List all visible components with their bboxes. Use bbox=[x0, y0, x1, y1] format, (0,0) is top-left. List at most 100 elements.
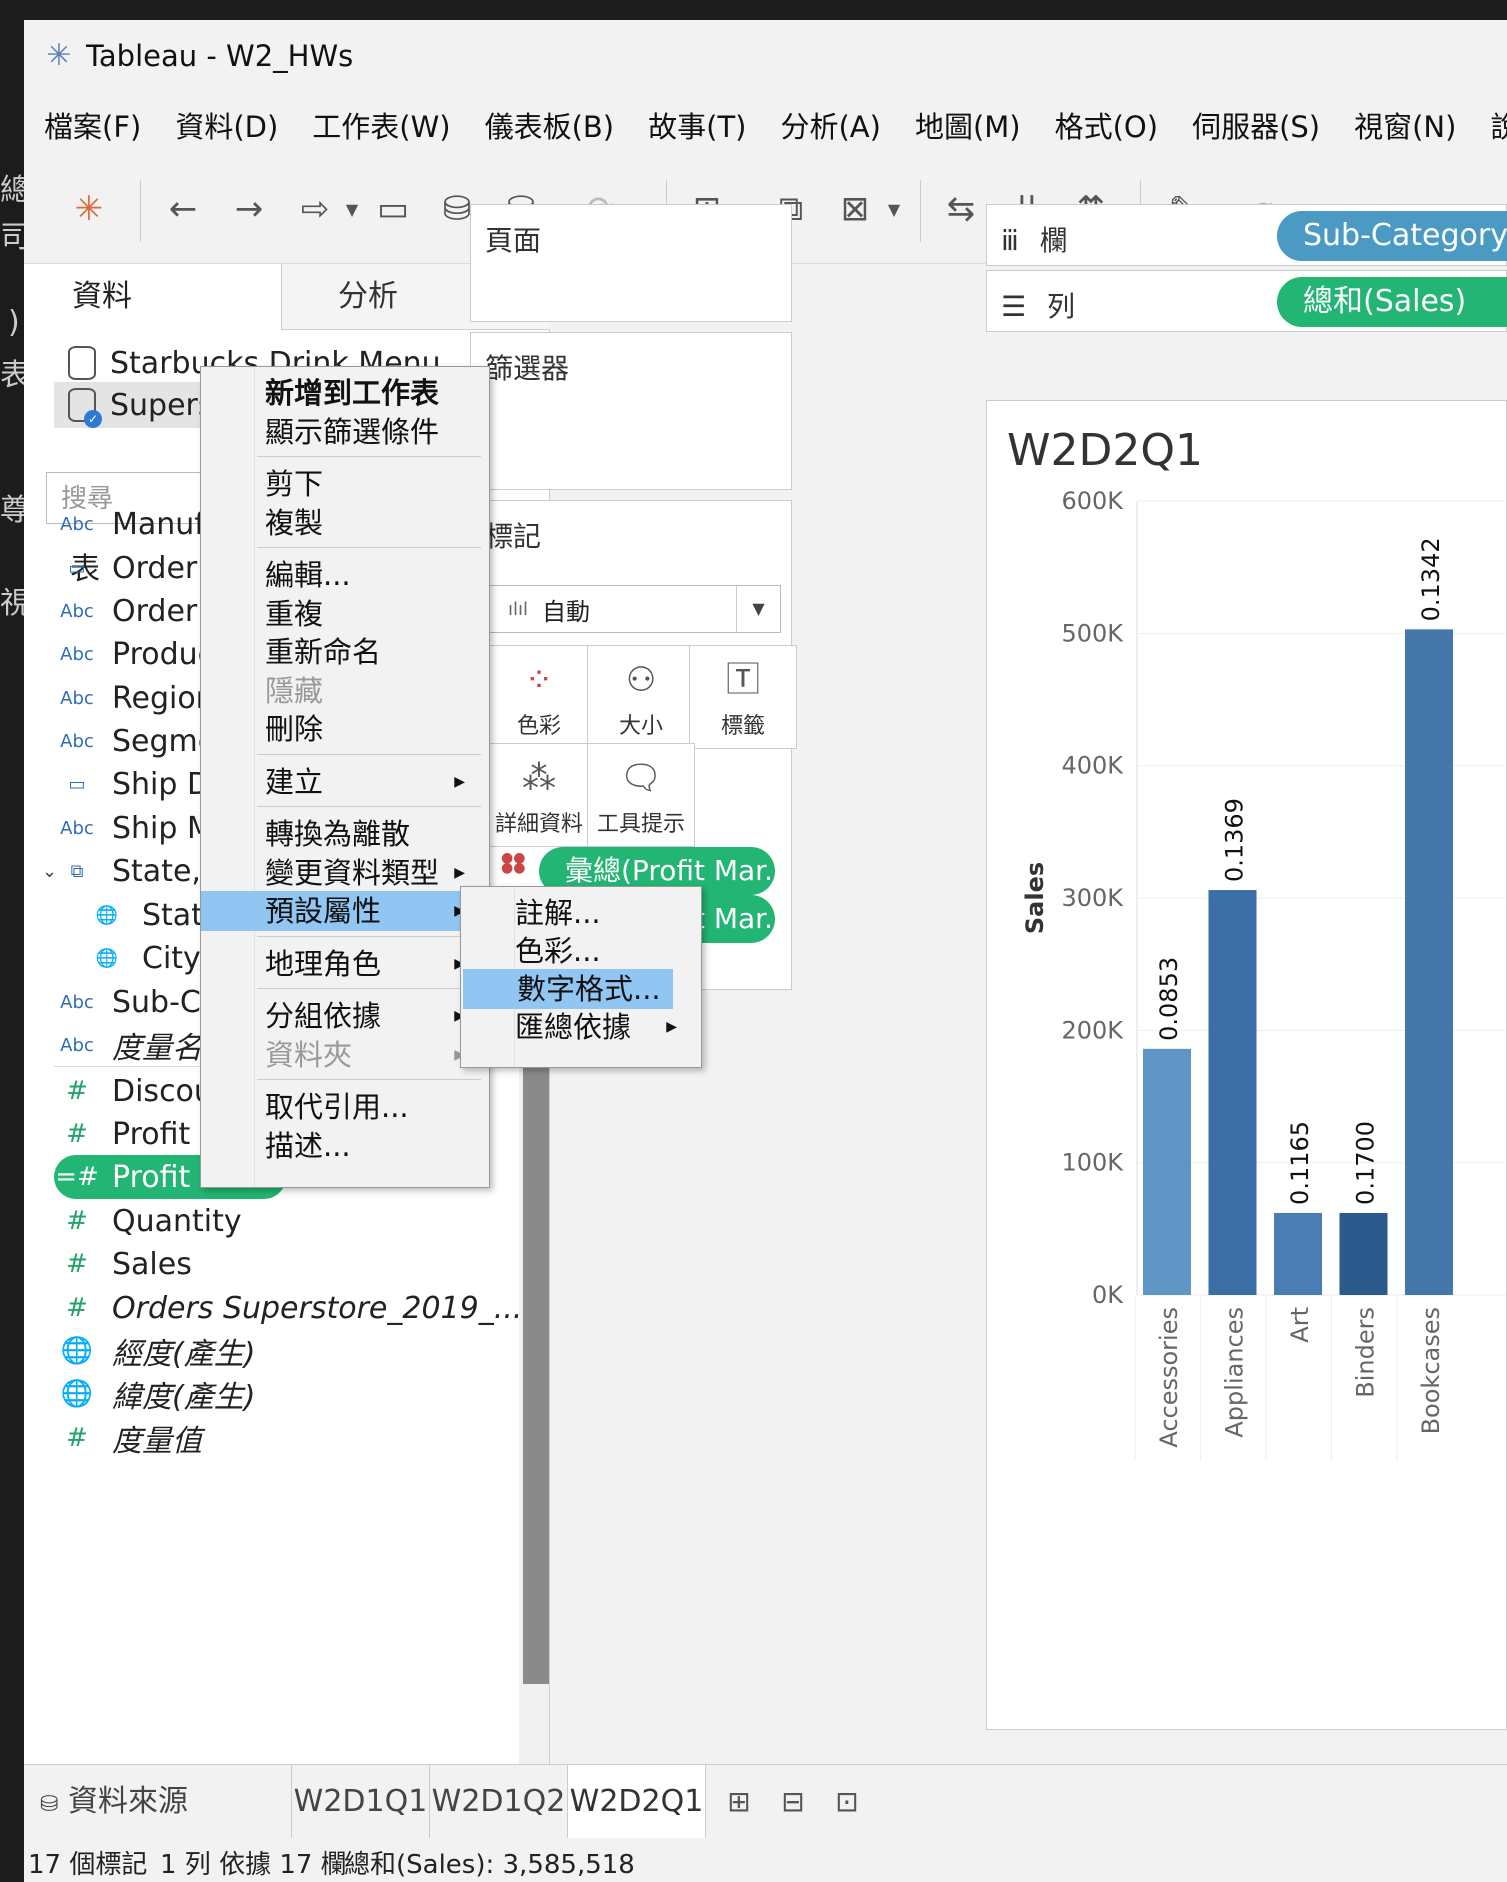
submenu-item[interactable]: 註解... bbox=[461, 893, 701, 933]
menu-map[interactable]: 地圖(M) bbox=[915, 104, 1021, 146]
field-item[interactable]: Abc Region bbox=[54, 676, 215, 720]
filters-shelf[interactable]: 篩選器 bbox=[470, 332, 792, 490]
rows-pill[interactable]: 總和(Sales) bbox=[1277, 277, 1507, 327]
size-button[interactable]: ⚇ 大小 bbox=[587, 645, 695, 749]
field-item[interactable]: 🌐 經度(產生) bbox=[54, 1329, 256, 1373]
tooltip-button[interactable]: 🗨 工具提示 bbox=[587, 743, 695, 847]
bar bbox=[1274, 1212, 1322, 1295]
menu-separator bbox=[257, 753, 481, 755]
menu-data[interactable]: 資料(D) bbox=[175, 104, 278, 146]
menu-help[interactable]: 說明 bbox=[1490, 104, 1507, 146]
context-menu-item[interactable]: 取代引用... bbox=[201, 1087, 489, 1127]
swap-icon[interactable]: ⇆ bbox=[936, 184, 986, 234]
field-item[interactable]: # Orders Superstore_2019_... bbox=[54, 1286, 522, 1330]
context-menu-item[interactable]: 描述... bbox=[201, 1126, 489, 1166]
save-icon[interactable]: ▭ bbox=[368, 184, 418, 234]
context-menu-item-label: 分組依據 bbox=[265, 999, 382, 1033]
field-item[interactable]: 🌐 緯度(產生) bbox=[54, 1372, 256, 1416]
y-tick-label: 600K bbox=[1061, 487, 1124, 515]
context-menu-item[interactable]: 變更資料類型 ▶ bbox=[201, 853, 489, 893]
columns-shelf[interactable]: ⅲ 欄 Sub-Category bbox=[986, 204, 1507, 266]
default-properties-submenu: 註解... 色彩... 數字格式... 匯總依據 ▶ bbox=[460, 886, 702, 1068]
menu-file[interactable]: 檔案(F) bbox=[44, 104, 141, 146]
tooltip-label: 工具提示 bbox=[596, 812, 685, 837]
color-icon: ⁘ bbox=[524, 660, 554, 700]
context-menu-item[interactable]: 新增到工作表 bbox=[201, 373, 489, 413]
field-label: Sales bbox=[112, 1246, 192, 1282]
menu-format[interactable]: 格式(O) bbox=[1055, 104, 1158, 146]
pages-shelf[interactable]: 頁面 bbox=[470, 204, 792, 322]
submenu-item-label: 註解... bbox=[515, 896, 601, 930]
y-tick-label: 300K bbox=[1061, 884, 1124, 912]
context-menu-item[interactable]: 複製 bbox=[201, 503, 489, 543]
y-axis-label: Sales bbox=[1021, 862, 1049, 934]
columns-label: 欄 bbox=[1039, 224, 1068, 257]
menu-dashboard[interactable]: 儀表板(B) bbox=[485, 104, 615, 146]
database-icon: ⛁ bbox=[40, 1792, 59, 1817]
new-dashboard-icon[interactable]: ⊟ bbox=[770, 1779, 816, 1825]
submenu-item[interactable]: 匯總依據 ▶ bbox=[461, 1007, 701, 1047]
sheet-tab[interactable]: W2D1Q1 bbox=[292, 1765, 430, 1839]
context-menu-item[interactable]: 刪除 bbox=[201, 709, 489, 749]
submenu-item[interactable]: 色彩... bbox=[461, 931, 701, 971]
tableau-logo-icon: ✳ bbox=[46, 38, 72, 73]
context-menu-item[interactable]: 轉換為離散 bbox=[201, 814, 489, 854]
context-menu-item[interactable]: 剪下 bbox=[201, 464, 489, 504]
marks-title: 標記 bbox=[485, 520, 542, 553]
chart-title: W2D2Q1 bbox=[1007, 425, 1203, 476]
chevron-down-icon[interactable]: ⌄ bbox=[42, 861, 57, 882]
detail-button[interactable]: ⁂ 詳細資料 bbox=[485, 743, 593, 847]
tab-data[interactable]: 資料 bbox=[24, 264, 282, 330]
bar bbox=[1208, 890, 1257, 1295]
field-item[interactable]: Abc Manufa bbox=[54, 502, 223, 546]
context-menu-item[interactable]: 預設屬性▶ bbox=[201, 891, 489, 931]
menu-story[interactable]: 故事(T) bbox=[648, 104, 746, 146]
clear-icon[interactable]: ⊠ bbox=[830, 184, 880, 234]
context-menu-item-label: 複製 bbox=[265, 505, 324, 540]
tab-analysis[interactable]: 分析 bbox=[282, 264, 502, 330]
mark-type-dropdown[interactable]: ılıl 自動 ▼ bbox=[485, 585, 781, 633]
field-item[interactable]: # Sales bbox=[54, 1242, 192, 1286]
globe-icon: 🌐 bbox=[60, 1379, 94, 1409]
sheet-tab-active[interactable]: W2D2Q1 bbox=[568, 1765, 706, 1839]
menu-window[interactable]: 視窗(N) bbox=[1354, 104, 1456, 146]
field-item[interactable]: # Profit bbox=[54, 1112, 190, 1156]
tableau-window: ✳ Tableau - W2_HWs 檔案(F) 資料(D) 工作表(W) 儀表… bbox=[24, 20, 1507, 1882]
context-menu-item[interactable]: 編輯... bbox=[201, 555, 489, 595]
new-worksheet-icon[interactable]: ⊞ bbox=[716, 1779, 762, 1825]
field-label: City bbox=[142, 940, 201, 976]
field-item[interactable]: # Quantity bbox=[54, 1199, 242, 1243]
new-story-icon[interactable]: ⊡ bbox=[824, 1779, 870, 1825]
context-menu-item[interactable]: 重新命名 bbox=[201, 632, 489, 672]
submenu-item[interactable]: 數字格式... bbox=[463, 969, 673, 1009]
chevron-down-icon[interactable]: ▼ bbox=[884, 184, 904, 234]
back-icon[interactable]: ← bbox=[158, 184, 208, 234]
context-menu-item-label: 地理角色 bbox=[265, 946, 382, 981]
context-menu-item[interactable]: 顯示篩選條件 bbox=[201, 412, 489, 452]
status-marks: 17 個標記 bbox=[28, 1850, 148, 1880]
field-item[interactable]: # 度量值 bbox=[54, 1416, 202, 1460]
chevron-down-icon[interactable]: ▼ bbox=[342, 184, 362, 234]
forward-icon[interactable]: → bbox=[224, 184, 274, 234]
context-menu-item[interactable]: 地理角色▶ bbox=[201, 944, 489, 984]
color-button[interactable]: ⁘ 色彩 bbox=[485, 645, 593, 749]
context-menu-item[interactable]: 建立 ▶ bbox=[201, 762, 489, 802]
sheet-tab[interactable]: W2D1Q2 bbox=[430, 1765, 568, 1839]
database-icon bbox=[68, 346, 96, 380]
datasource-tab[interactable]: ⛁ 資料來源 bbox=[24, 1765, 292, 1839]
context-menu-item-label: 重複 bbox=[265, 596, 324, 631]
menu-analysis[interactable]: 分析(A) bbox=[780, 104, 880, 146]
menu-separator bbox=[257, 935, 481, 937]
menu-server[interactable]: 伺服器(S) bbox=[1192, 104, 1320, 146]
context-menu-item[interactable]: 分組依據▶ bbox=[201, 996, 489, 1036]
menu-worksheet[interactable]: 工作表(W) bbox=[312, 104, 450, 146]
rows-shelf[interactable]: ☰ 列 總和(Sales) bbox=[986, 270, 1507, 332]
field-item[interactable]: 🌐 City bbox=[84, 936, 201, 980]
y-tick-label: 0K bbox=[1092, 1281, 1124, 1309]
tableau-logo-icon[interactable]: ✳ bbox=[64, 184, 114, 234]
context-menu-item[interactable]: 重複 bbox=[201, 594, 489, 634]
chart-view[interactable]: W2D2Q1 Sales 0K 100K 200K 300K 400K 500K 600K 0.0… bbox=[986, 400, 1507, 1730]
redirect-icon[interactable]: ⇨ bbox=[290, 184, 340, 234]
label-button[interactable]: 🅃 標籤 bbox=[689, 645, 797, 749]
columns-pill[interactable]: Sub-Category bbox=[1277, 211, 1507, 261]
